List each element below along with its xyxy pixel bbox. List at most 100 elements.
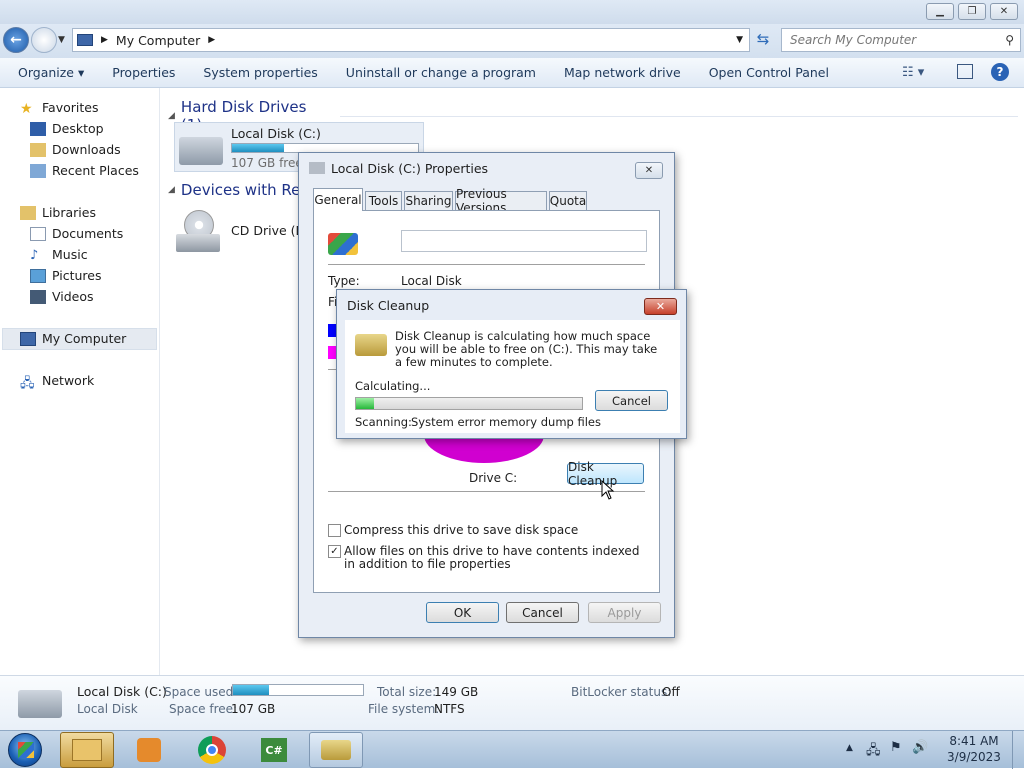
- show-desktop-button[interactable]: [1012, 731, 1024, 769]
- disk-cleanup-icon: [355, 334, 387, 356]
- nav-videos-label: Videos: [52, 289, 94, 304]
- show-hidden-icons[interactable]: ▲: [846, 743, 853, 753]
- disk-cleanup-close-button[interactable]: ✕: [644, 298, 677, 315]
- taskbar-csharp[interactable]: C#: [247, 732, 301, 768]
- nav-documents[interactable]: Documents: [30, 226, 123, 241]
- nav-favorites[interactable]: ★ Favorites: [20, 100, 98, 117]
- action-center-flag-icon[interactable]: ⚑: [890, 740, 902, 755]
- forward-button[interactable]: [31, 27, 57, 53]
- properties-dialog-titlebar[interactable]: Local Disk (C:) Properties: [299, 153, 674, 183]
- taskbar-disk-cleanup[interactable]: [309, 732, 363, 768]
- nav-recent-places[interactable]: Recent Places: [30, 163, 139, 178]
- close-icon: ✕: [644, 165, 654, 176]
- refresh-icon: ⇆: [756, 30, 770, 48]
- disk-cleanup-cancel-button[interactable]: Cancel: [595, 390, 668, 411]
- properties-dialog-title: Local Disk (C:) Properties: [331, 160, 489, 176]
- nav-desktop[interactable]: Desktop: [30, 121, 104, 136]
- cd-drive-item[interactable]: [176, 208, 222, 254]
- disk-cleanup-message: Disk Cleanup is calculating how much spa…: [395, 329, 658, 369]
- tab-quota[interactable]: Quota: [549, 191, 587, 210]
- nav-network[interactable]: 🖧 Network: [20, 373, 94, 391]
- breadcrumb-chevron-icon[interactable]: ▶: [208, 35, 215, 45]
- compress-checkbox[interactable]: [328, 523, 341, 537]
- cancel-button[interactable]: Cancel: [506, 602, 579, 623]
- nav-my-computer[interactable]: My Computer: [20, 331, 126, 346]
- organize-menu[interactable]: Organize ▾: [0, 65, 98, 80]
- preview-pane-icon[interactable]: [957, 64, 973, 79]
- index-checkbox[interactable]: ✓: [328, 545, 341, 558]
- address-dropdown-icon[interactable]: ▼: [736, 35, 743, 45]
- clock[interactable]: 8:41 AM 3/9/2023: [944, 734, 1004, 764]
- tab-sharing[interactable]: Sharing: [404, 191, 453, 210]
- downloads-folder-icon: [30, 142, 46, 157]
- change-view-icon[interactable]: ☷ ▾: [902, 65, 924, 80]
- drive-c-label: Drive C:: [469, 471, 518, 485]
- open-control-panel-button[interactable]: Open Control Panel: [695, 65, 843, 80]
- clock-date: 3/9/2023: [947, 750, 1001, 764]
- divider: [328, 491, 645, 492]
- system-properties-button[interactable]: System properties: [189, 65, 331, 80]
- volume-icon[interactable]: 🔊: [912, 740, 928, 755]
- tab-tools[interactable]: Tools: [365, 191, 402, 210]
- computer-icon: [77, 34, 93, 46]
- drive-small-icon: [309, 162, 325, 174]
- videos-icon: [30, 289, 46, 304]
- libraries-icon: [20, 205, 36, 220]
- local-disk-name: Local Disk (C:): [231, 126, 321, 141]
- network-tray-icon[interactable]: 🖧: [866, 741, 881, 763]
- maximize-button[interactable]: ❐: [958, 3, 986, 20]
- taskbar: C# ▲ 🖧 ⚑ 🔊 8:41 AM 3/9/2023: [0, 730, 1024, 769]
- window-titlebar: ▁ ❐ ✕: [0, 0, 1024, 24]
- drive-label-input[interactable]: [401, 230, 647, 252]
- help-icon[interactable]: ?: [991, 63, 1009, 81]
- refresh-button[interactable]: ⇆: [752, 30, 774, 50]
- divider: [328, 264, 645, 265]
- disk-cleanup-dialog: Disk Cleanup ✕ Disk Cleanup is calculati…: [336, 289, 687, 439]
- nav-libraries[interactable]: Libraries: [20, 205, 96, 220]
- space-used-bar: [232, 684, 364, 696]
- taskbar-media-player[interactable]: [122, 732, 176, 768]
- address-bar[interactable]: ▶ My Computer ▶ ▼: [72, 28, 750, 52]
- scanning-item: System error memory dump files: [411, 415, 601, 429]
- pictures-icon: [30, 268, 46, 283]
- properties-button[interactable]: Properties: [98, 65, 189, 80]
- taskbar-explorer[interactable]: [60, 732, 114, 768]
- tab-general[interactable]: General: [313, 188, 363, 211]
- search-input[interactable]: Search My Computer ⚲: [781, 28, 1021, 52]
- nav-desktop-label: Desktop: [52, 121, 104, 136]
- nav-videos[interactable]: Videos: [30, 289, 94, 304]
- tab-previous-versions[interactable]: Previous Versions: [455, 187, 547, 215]
- devices-group-header[interactable]: ◢ Devices with Rem: [168, 181, 315, 199]
- minimize-button[interactable]: ▁: [926, 3, 954, 20]
- music-icon: ♪: [30, 247, 39, 263]
- disk-cleanup-titlebar[interactable]: Disk Cleanup: [337, 290, 686, 320]
- uninstall-program-button[interactable]: Uninstall or change a program: [332, 65, 550, 80]
- taskbar-chrome[interactable]: [185, 732, 239, 768]
- nav-music[interactable]: ♪ Music: [30, 247, 88, 263]
- clock-time: 8:41 AM: [949, 734, 999, 748]
- nav-pictures[interactable]: Pictures: [30, 268, 102, 283]
- index-option[interactable]: ✓ Allow files on this drive to have cont…: [328, 545, 648, 571]
- start-button[interactable]: [8, 733, 42, 767]
- apply-button[interactable]: Apply: [588, 602, 661, 623]
- properties-close-button[interactable]: ✕: [635, 162, 663, 179]
- collapse-icon: ◢: [168, 111, 175, 121]
- file-system-value: NTFS: [434, 702, 465, 716]
- minimize-icon: ▁: [936, 6, 944, 17]
- breadcrumb-my-computer[interactable]: My Computer: [116, 33, 200, 48]
- nav-music-label: Music: [52, 247, 88, 262]
- scanning-label: Scanning:: [355, 415, 412, 429]
- bitlocker-label: BitLocker status:: [571, 685, 672, 699]
- ok-button[interactable]: OK: [426, 602, 499, 623]
- recent-pages-dropdown[interactable]: ▼: [58, 35, 65, 45]
- space-free-label: Space free:: [169, 702, 238, 716]
- back-button[interactable]: ←: [3, 27, 29, 53]
- close-window-button[interactable]: ✕: [990, 3, 1018, 20]
- computer-icon: [20, 331, 36, 346]
- group-divider: [339, 115, 1018, 117]
- file-system-label: File system:: [368, 702, 440, 716]
- compress-option[interactable]: Compress this drive to save disk space: [328, 523, 578, 537]
- nav-downloads[interactable]: Downloads: [30, 142, 121, 157]
- details-pane: Local Disk (C:) Local Disk Space used: S…: [0, 675, 1024, 730]
- map-network-drive-button[interactable]: Map network drive: [550, 65, 695, 80]
